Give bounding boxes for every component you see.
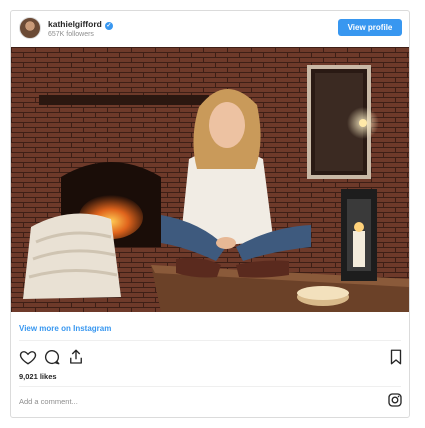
view-profile-button[interactable]: View profile — [338, 19, 402, 36]
bookmark-icon[interactable] — [387, 348, 405, 366]
username-row[interactable]: kathielgifford ✓ — [48, 19, 113, 30]
post-header: kathielgifford ✓ 657K followers View prof… — [11, 11, 409, 47]
post-image[interactable] — [11, 47, 409, 312]
view-more-on-instagram-link[interactable]: View more on Instagram — [19, 324, 111, 333]
divider — [19, 386, 401, 387]
share-icon[interactable] — [67, 348, 85, 366]
verified-badge-icon: ✓ — [104, 22, 113, 30]
follower-count: 657K followers — [48, 31, 94, 38]
heart-icon[interactable] — [19, 348, 37, 366]
post-photo-illustration — [11, 47, 409, 312]
instagram-embed-card: kathielgifford ✓ 657K followers View prof… — [10, 10, 410, 418]
instagram-icon[interactable] — [387, 392, 405, 410]
comment-icon[interactable] — [43, 348, 61, 366]
divider — [19, 340, 401, 341]
like-count[interactable]: 9,021 likes — [19, 372, 57, 381]
username[interactable]: kathielgifford — [48, 19, 102, 29]
add-comment-field[interactable]: Add a comment... — [19, 397, 78, 406]
avatar[interactable] — [19, 17, 41, 39]
